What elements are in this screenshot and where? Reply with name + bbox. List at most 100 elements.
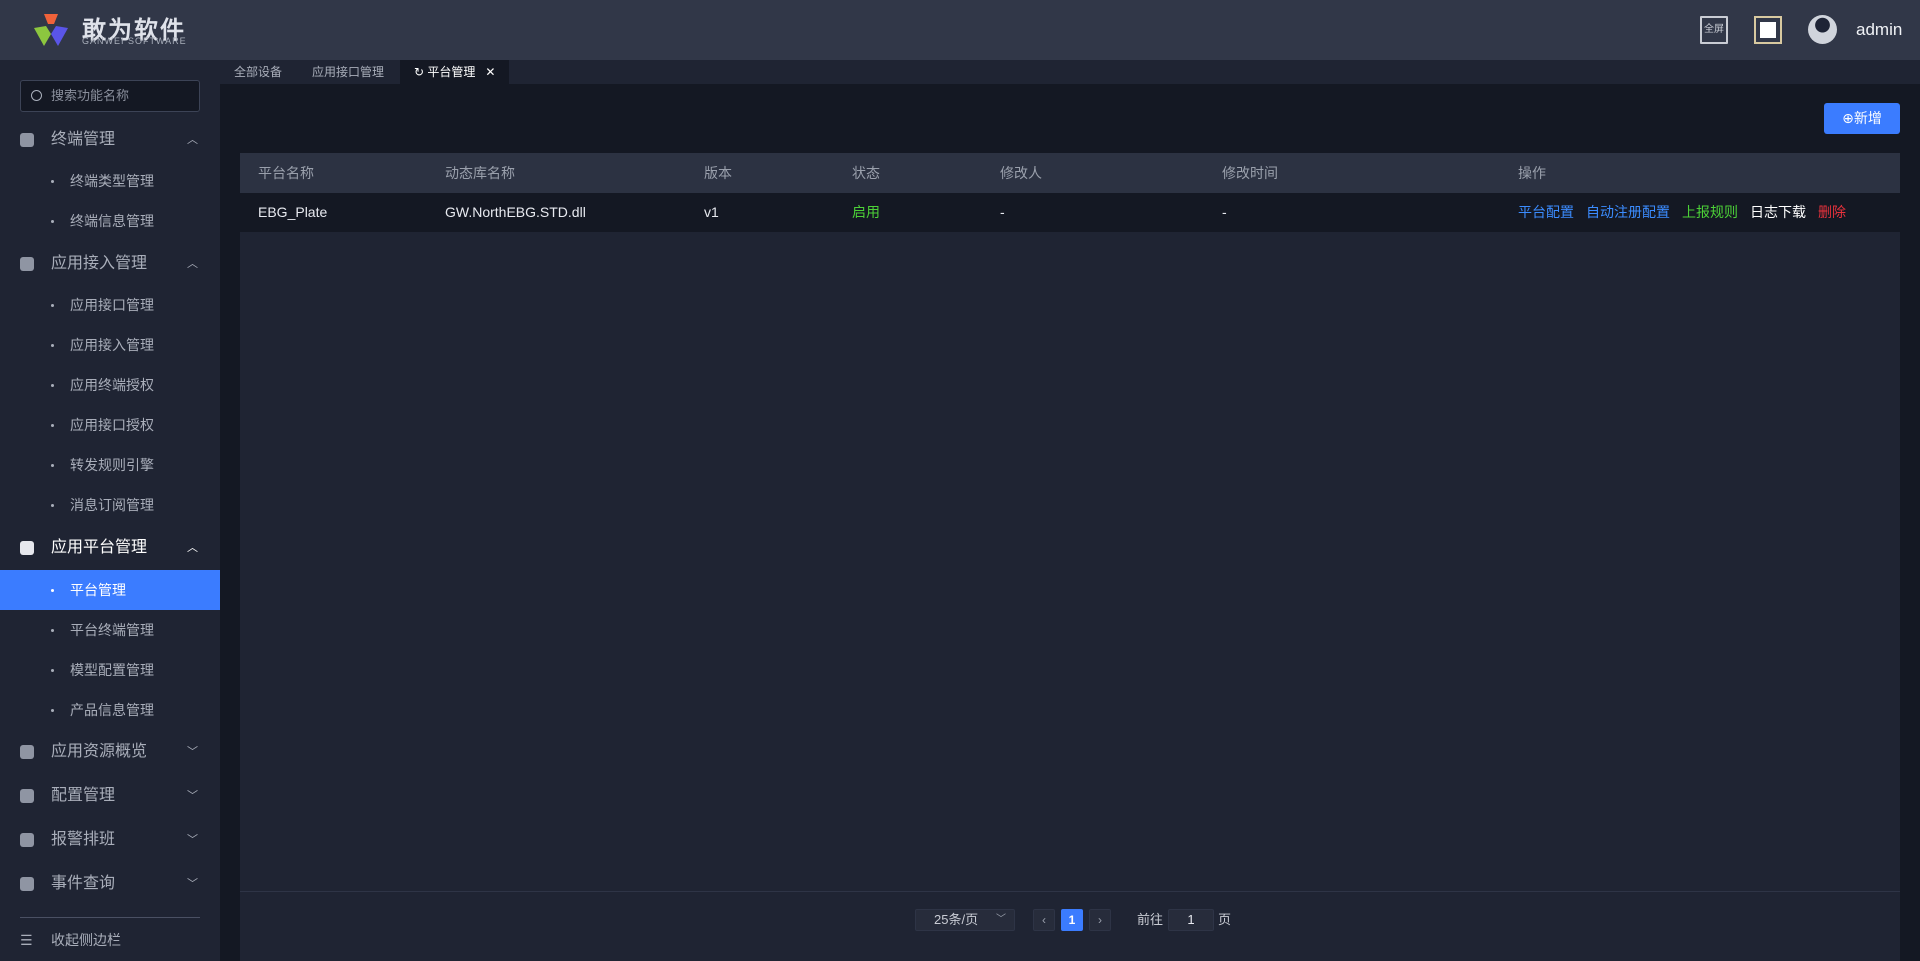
goto-label: 前往 [1137, 912, 1164, 927]
tab-app-interface[interactable]: 应用接口管理 [298, 60, 398, 84]
fullscreen-text-icon[interactable]: 全屏 [1700, 16, 1728, 44]
sidebar: 搜索功能名称 终端管理 ︿ 终端类型管理 终端信息管理 应用接入管理 ︿ 应用接口管… [0, 60, 220, 961]
log-download-link[interactable]: 日志下载 [1750, 204, 1806, 220]
platform-name: EBG_Plate [258, 204, 328, 220]
menu-group-config[interactable]: 配置管理 ﹀ [0, 776, 220, 816]
menu-item[interactable]: 产品信息管理 [0, 690, 220, 730]
menu-item-label: 应用终端授权 [70, 377, 154, 393]
menu-item-label: 应用接入管理 [70, 337, 154, 353]
chevron-down-icon: ﹀ [187, 790, 198, 802]
menu-item[interactable]: 消息订阅管理 [0, 485, 220, 525]
tab-platform-management[interactable]: ↻ 平台管理 ✕ [400, 60, 510, 84]
add-button[interactable]: ⊕新增 [1824, 103, 1900, 134]
ganwei-logo [34, 14, 68, 46]
user-avatar[interactable] [1808, 15, 1837, 44]
menu-group-app-access[interactable]: 应用接入管理 ︿ [0, 244, 220, 284]
chevron-up-icon: ︿ [187, 542, 198, 554]
modifier: - [1000, 204, 1005, 220]
grid-icon [20, 541, 34, 555]
menu-item[interactable]: 终端类型管理 [0, 161, 220, 201]
menu-group-terminal[interactable]: 终端管理 ︿ [0, 120, 220, 160]
add-label: 新增 [1853, 110, 1882, 126]
menu-item-label: 终端类型管理 [70, 173, 154, 189]
calendar-icon [20, 833, 34, 847]
group-label: 报警排班 [51, 831, 116, 848]
collapse-sidebar-button[interactable]: ☰ 收起侧边栏 [0, 920, 220, 960]
platform-config-link[interactable]: 平台配置 [1518, 204, 1574, 220]
collapse-icon: ☰ [20, 932, 33, 948]
menu-item[interactable]: 模型配置管理 [0, 650, 220, 690]
col-header: 操作 [1518, 165, 1546, 181]
report-rules-link[interactable]: 上报规则 [1682, 204, 1738, 220]
page-size-value: 25条/页 [934, 912, 979, 927]
menu-item-label: 消息订阅管理 [70, 497, 154, 513]
tab-label: 全部设备 [234, 65, 283, 79]
col-header: 修改人 [1000, 165, 1042, 181]
col-header: 修改时间 [1222, 165, 1278, 181]
search-icon [31, 90, 42, 101]
close-icon[interactable]: ✕ [485, 65, 495, 79]
menu-item[interactable]: 终端信息管理 [0, 201, 220, 241]
table-header: 平台名称 动态库名称 版本 状态 修改人 修改时间 操作 [240, 153, 1900, 193]
menu-item[interactable]: 应用接口授权 [0, 405, 220, 445]
prev-page-button[interactable]: ‹ [1033, 909, 1055, 931]
delete-link[interactable]: 删除 [1818, 204, 1846, 220]
bookmark-icon [20, 789, 34, 803]
page-1-button[interactable]: 1 [1061, 909, 1083, 931]
plus-circle-icon: ⊕ [1842, 110, 1854, 126]
menu-item-label: 产品信息管理 [70, 702, 154, 718]
top-header: 敢为软件 GANWEI SOFTWARE 全屏 admin [0, 0, 1920, 60]
group-label: 配置管理 [51, 787, 116, 804]
sidebar-divider [20, 917, 200, 918]
table-row: EBG_Plate GW.NorthEBG.STD.dll v1 启用 - - … [240, 193, 1900, 232]
pagination: 25条/页 ﹀ ‹ 1 › 前往 1 页 [240, 891, 1900, 961]
menu-group-resource-overview[interactable]: 应用资源概览 ﹀ [0, 732, 220, 772]
document-search-icon [20, 877, 34, 891]
collapse-label: 收起侧边栏 [51, 932, 121, 948]
menu-item-label: 应用接口管理 [70, 297, 154, 313]
refresh-icon[interactable]: ↻ [414, 65, 427, 79]
group-label: 应用资源概览 [51, 743, 148, 760]
chevron-down-icon: ﹀ [187, 878, 198, 890]
fullscreen-icon[interactable] [1754, 16, 1782, 44]
chevron-down-icon: ﹀ [187, 746, 198, 758]
menu-item-label: 应用接口授权 [70, 417, 154, 433]
status-badge: 启用 [852, 204, 880, 220]
chevron-down-icon: ﹀ [996, 914, 1006, 925]
search-placeholder: 搜索功能名称 [51, 88, 130, 103]
menu-item-platform-management[interactable]: 平台管理 [0, 570, 220, 610]
menu-item-label: 模型配置管理 [70, 662, 154, 678]
page-size-select[interactable]: 25条/页 ﹀ [915, 909, 1015, 931]
menu-item[interactable]: 应用接口管理 [0, 285, 220, 325]
brand-subtitle: GANWEI SOFTWARE [82, 36, 187, 46]
goto-page-input[interactable]: 1 [1168, 909, 1214, 931]
tab-bar: 全部设备 应用接口管理 ↻ 平台管理 ✕ [220, 60, 1920, 84]
auto-register-config-link[interactable]: 自动注册配置 [1586, 204, 1670, 220]
menu-search-input[interactable]: 搜索功能名称 [20, 80, 200, 112]
tab-label: 应用接口管理 [312, 65, 385, 79]
page-suffix: 页 [1218, 912, 1232, 927]
group-label: 应用接入管理 [51, 255, 148, 272]
col-header: 平台名称 [258, 165, 314, 181]
tab-all-devices[interactable]: 全部设备 [220, 60, 296, 84]
col-header: 动态库名称 [445, 165, 515, 181]
menu-group-event-query[interactable]: 事件查询 ﹀ [0, 864, 220, 904]
grid-icon [20, 133, 34, 147]
version: v1 [704, 204, 719, 220]
menu-group-app-platform[interactable]: 应用平台管理 ︿ [0, 528, 220, 568]
menu-item-label: 转发规则引擎 [70, 457, 154, 473]
grid-icon [20, 745, 34, 759]
dll-name: GW.NorthEBG.STD.dll [445, 204, 586, 220]
menu-item[interactable]: 应用接入管理 [0, 325, 220, 365]
menu-item[interactable]: 应用终端授权 [0, 365, 220, 405]
menu-item-label: 终端信息管理 [70, 213, 154, 229]
group-label: 事件查询 [51, 875, 116, 892]
menu-item[interactable]: 平台终端管理 [0, 610, 220, 650]
chevron-up-icon: ︿ [187, 258, 198, 270]
tab-label: 平台管理 [427, 65, 476, 79]
next-page-button[interactable]: › [1089, 909, 1111, 931]
username[interactable]: admin [1856, 20, 1902, 40]
group-label: 终端管理 [51, 131, 116, 148]
menu-group-alarm-schedule[interactable]: 报警排班 ﹀ [0, 820, 220, 860]
menu-item[interactable]: 转发规则引擎 [0, 445, 220, 485]
